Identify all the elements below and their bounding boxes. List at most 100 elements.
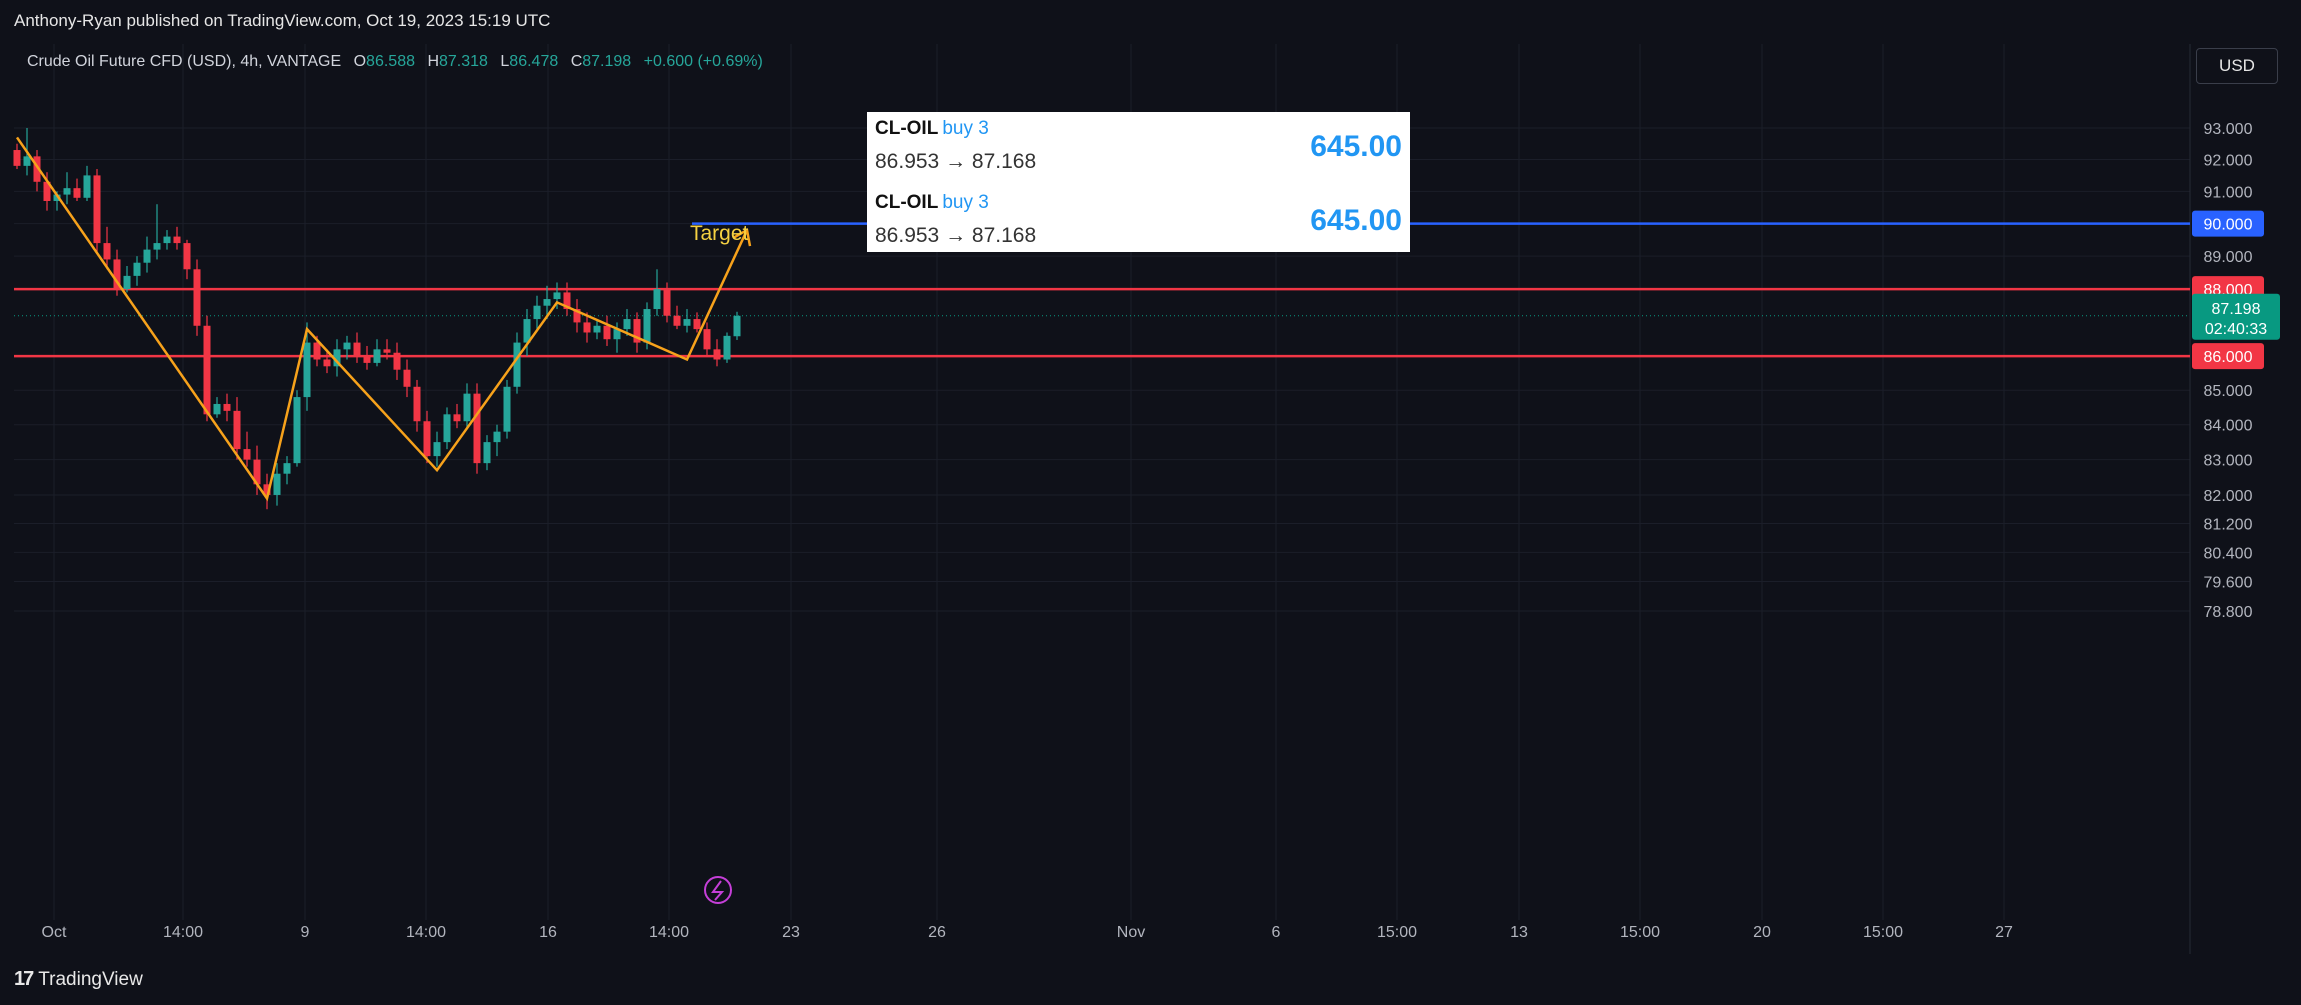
- candle-body: [223, 403, 231, 411]
- candle-body: [283, 463, 291, 474]
- candle-body: [683, 319, 691, 326]
- candle-body: [723, 335, 731, 360]
- candle-body: [443, 414, 451, 443]
- candle-body: [693, 319, 701, 330]
- open-value: 86.588: [366, 53, 415, 70]
- tradingview-brand: TradingView: [38, 968, 143, 990]
- time-axis-label: 14:00: [649, 924, 689, 941]
- event-bolt: [711, 880, 725, 901]
- price-axis-label: 81.200: [2204, 517, 2253, 534]
- candle-body: [433, 442, 441, 457]
- price-axis-label: 92.000: [2204, 153, 2253, 170]
- candle-body: [13, 150, 21, 166]
- price-axis-label: 78.800: [2204, 604, 2253, 621]
- price-axis-label: 82.000: [2204, 488, 2253, 505]
- candle-body: [503, 386, 511, 432]
- symbol-legend: Crude Oil Future CFD (USD), 4h, VANTAGE …: [27, 53, 763, 71]
- high-value: 87.318: [439, 53, 488, 70]
- time-axis-label: 23: [782, 924, 800, 941]
- candle-body: [713, 349, 721, 360]
- candle-body: [293, 397, 301, 464]
- trade-prices: 86.953 → 87.168: [875, 224, 1037, 247]
- candle-body: [163, 236, 171, 244]
- lightning-icon[interactable]: [704, 876, 732, 904]
- candle-body: [393, 352, 401, 370]
- change-value: +0.600 (+0.69%): [643, 53, 763, 70]
- candle-body: [123, 275, 131, 290]
- candle-body: [703, 329, 711, 350]
- candle-body: [623, 319, 631, 330]
- candle-body: [673, 315, 681, 326]
- candle-body: [23, 156, 31, 166]
- tradingview-logo[interactable]: 17 TradingView: [14, 968, 143, 991]
- time-axis-label: 13: [1510, 924, 1528, 941]
- footer-bar: 17 TradingView: [0, 954, 2301, 1005]
- price-axis: 93.00092.00091.00090.00089.00088.00086.0…: [2192, 121, 2280, 621]
- candle-body: [533, 305, 541, 320]
- candle-body: [83, 175, 91, 198]
- symbol-title: Crude Oil Future CFD (USD), 4h, VANTAGE: [27, 53, 342, 70]
- candle-body: [603, 325, 611, 340]
- candle-body: [543, 299, 551, 306]
- price-axis-label: 83.000: [2204, 453, 2253, 470]
- publish-header: Anthony-Ryan published on TradingView.co…: [0, 0, 2301, 44]
- candle-body: [313, 342, 321, 360]
- candles: [13, 128, 741, 510]
- candle-body: [453, 414, 461, 422]
- candle-body: [93, 175, 101, 244]
- trade-prices: 86.953 → 87.168: [875, 150, 1037, 173]
- price-axis-label: 80.400: [2204, 545, 2253, 562]
- time-axis-label: 6: [1272, 924, 1281, 941]
- trade-summary-box: CL-OIL buy 3 86.953 → 87.168 645.00 CL-OI…: [867, 112, 1410, 252]
- candle-body: [353, 342, 361, 357]
- time-axis-label: Oct: [42, 924, 67, 941]
- time-axis-label: 9: [301, 924, 310, 941]
- time-axis-label: 27: [1995, 924, 2013, 941]
- countdown-label: 02:40:33: [2205, 321, 2267, 338]
- trade-symbol-line: CL-OIL buy 3: [875, 118, 989, 140]
- price-axis-label: 89.000: [2204, 249, 2253, 266]
- trade-pnl: 645.00: [1310, 130, 1402, 163]
- candle-body: [593, 325, 601, 333]
- last-price-label: 87.198: [2212, 301, 2261, 318]
- trade-side: buy 3: [942, 192, 989, 213]
- candle-body: [473, 393, 481, 464]
- candle-body: [483, 442, 491, 464]
- candle-body: [423, 421, 431, 457]
- time-axis-label: 26: [928, 924, 946, 941]
- trade-row: CL-OIL buy 3 86.953 → 87.168 645.00: [875, 112, 1402, 182]
- time-axis-label: Nov: [1117, 924, 1145, 941]
- low-label: L: [500, 53, 510, 70]
- time-axis-label: 14:00: [406, 924, 446, 941]
- candle-body: [133, 262, 141, 276]
- tradingview-mark-icon: 17: [14, 968, 34, 990]
- candle-body: [663, 289, 671, 316]
- close-value: 87.198: [582, 53, 632, 70]
- candle-body: [233, 410, 241, 450]
- candle-body: [153, 243, 161, 250]
- candle-body: [363, 356, 371, 363]
- price-axis-label: 85.000: [2204, 383, 2253, 400]
- target-label: Target: [690, 222, 749, 245]
- trade-side: buy 3: [942, 118, 989, 139]
- trade-pnl: 645.00: [1310, 204, 1402, 237]
- low-value: 86.478: [509, 53, 559, 70]
- open-label: O: [353, 53, 367, 70]
- candle-body: [343, 342, 351, 350]
- candle-body: [323, 359, 331, 367]
- trade-symbol-line: CL-OIL buy 3: [875, 192, 989, 214]
- candle-body: [463, 393, 471, 422]
- candle-body: [203, 325, 211, 415]
- candle-body: [403, 369, 411, 387]
- candle-body: [173, 236, 181, 244]
- trade-symbol: CL-OIL: [875, 192, 939, 213]
- time-axis-label: 15:00: [1620, 924, 1660, 941]
- candle-body: [493, 431, 501, 443]
- event-circle: [704, 876, 732, 904]
- price-tag-label: 90.000: [2204, 217, 2253, 234]
- candle-body: [73, 188, 81, 198]
- price-axis-label: 79.600: [2204, 575, 2253, 592]
- time-axis-label: 15:00: [1863, 924, 1903, 941]
- candle-body: [413, 386, 421, 422]
- currency-button[interactable]: USD: [2196, 48, 2278, 84]
